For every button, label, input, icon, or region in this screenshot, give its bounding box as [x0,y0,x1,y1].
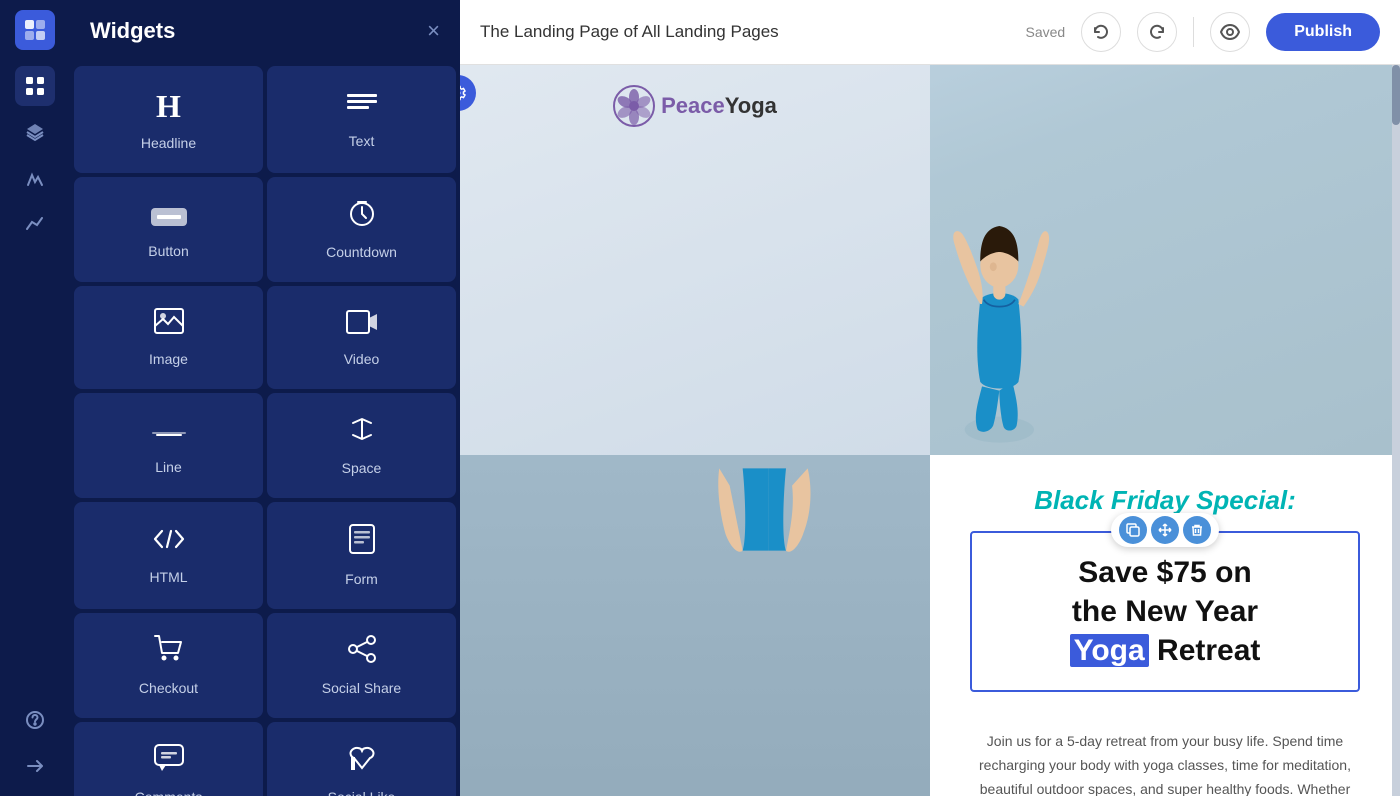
scroll-thumb[interactable] [1392,65,1400,125]
save-line1: Save $75 on [987,553,1343,592]
comments-icon [154,744,184,779]
icon-bar [0,0,70,796]
widget-countdown[interactable]: Countdown [267,177,456,282]
redo-button[interactable] [1137,12,1177,52]
widget-image[interactable]: Image [74,286,263,389]
save-line2: the New Year [987,592,1343,631]
canvas-scrollbar[interactable] [1392,65,1400,796]
page-title: The Landing Page of All Landing Pages [480,22,1010,42]
video-icon [346,309,378,341]
description-text: Join us for a 5-day retreat from your bu… [970,730,1360,796]
sidebar-item-analytics[interactable] [15,204,55,244]
button-icon [151,201,187,233]
checkout-icon [154,635,184,670]
text-icon [347,91,377,123]
widget-space[interactable]: Space [267,393,456,498]
headline-widget[interactable]: Save $75 on the New Year Yoga Retreat [970,531,1360,692]
widget-social-like-label: Social Like [328,789,396,796]
countdown-icon [348,199,376,234]
widget-line-label: Line [155,459,181,475]
widget-line[interactable]: Line [74,393,263,498]
logo-peace: Peace [661,93,725,118]
widget-checkout[interactable]: Checkout [74,613,263,718]
content-image-left [460,455,930,796]
canvas-page: PeaceYoga [460,65,1400,796]
logo-yoga: Yoga [725,93,777,118]
sidebar-item-styles[interactable] [15,158,55,198]
widget-toolbar [1111,513,1219,547]
retreat-word: Retreat [1149,634,1261,667]
widgets-panel: Widgets × H Headline Text [70,0,460,796]
widget-button-label: Button [148,243,188,259]
widget-comments[interactable]: Comments [74,722,263,796]
top-bar: The Landing Page of All Landing Pages Sa… [460,0,1400,65]
yoga-word: Yoga [1070,634,1149,667]
html-icon [152,526,186,559]
toolbar-divider [1193,17,1194,47]
widgets-grid: H Headline Text Button [70,62,460,796]
black-friday-title: Black Friday Special: [1034,485,1296,516]
widget-text[interactable]: Text [267,66,456,173]
space-icon [349,415,375,450]
saved-label: Saved [1026,24,1066,40]
hero-section: PeaceYoga [460,65,1400,455]
widget-comments-label: Comments [135,789,203,796]
form-icon [349,524,375,561]
app-logo[interactable] [15,10,55,50]
social-share-icon [347,635,377,670]
social-like-icon [347,744,377,779]
undo-button[interactable] [1081,12,1121,52]
widget-checkout-label: Checkout [139,680,198,696]
widget-move-button[interactable] [1151,516,1179,544]
widget-headline[interactable]: H Headline [74,66,263,173]
widgets-close-button[interactable]: × [427,18,440,44]
content-right: Black Friday Special: [930,455,1400,796]
headline-text: Save $75 on the New Year Yoga Retreat [987,553,1343,670]
widget-button[interactable]: Button [74,177,263,282]
widget-image-label: Image [149,351,188,367]
widget-text-label: Text [349,133,375,149]
widget-countdown-label: Countdown [326,244,397,260]
headline-icon: H [156,88,181,125]
widget-social-like[interactable]: Social Like [267,722,456,796]
content-section: Black Friday Special: [460,455,1400,796]
canvas-area[interactable]: PeaceYoga [460,65,1400,796]
widget-video[interactable]: Video [267,286,456,389]
widgets-header: Widgets × [70,0,460,62]
widget-headline-label: Headline [141,135,196,151]
widget-social-share-label: Social Share [322,680,401,696]
image-icon [154,308,184,341]
widget-video-label: Video [344,351,380,367]
save-yoga-retreat: Yoga Retreat [987,631,1343,670]
line-icon [152,417,186,449]
widget-delete-button[interactable] [1183,516,1211,544]
widget-html[interactable]: HTML [74,502,263,609]
publish-button[interactable]: Publish [1266,13,1380,51]
widget-form-label: Form [345,571,378,587]
hero-logo-area: PeaceYoga [460,65,930,455]
logo-text: PeaceYoga [661,93,777,119]
widget-space-label: Space [342,460,382,476]
sidebar-item-widgets[interactable] [15,66,55,106]
widget-copy-button[interactable] [1119,516,1147,544]
sidebar-item-help[interactable] [15,700,55,740]
peace-yoga-logo-icon [613,85,655,127]
widgets-title: Widgets [90,18,175,44]
widget-html-label: HTML [149,569,187,585]
preview-button[interactable] [1210,12,1250,52]
sidebar-item-layers[interactable] [15,112,55,152]
main-area: The Landing Page of All Landing Pages Sa… [460,0,1400,796]
widget-social-share[interactable]: Social Share [267,613,456,718]
sidebar-item-import[interactable] [15,746,55,786]
widget-form[interactable]: Form [267,502,456,609]
logo: PeaceYoga [613,85,777,127]
